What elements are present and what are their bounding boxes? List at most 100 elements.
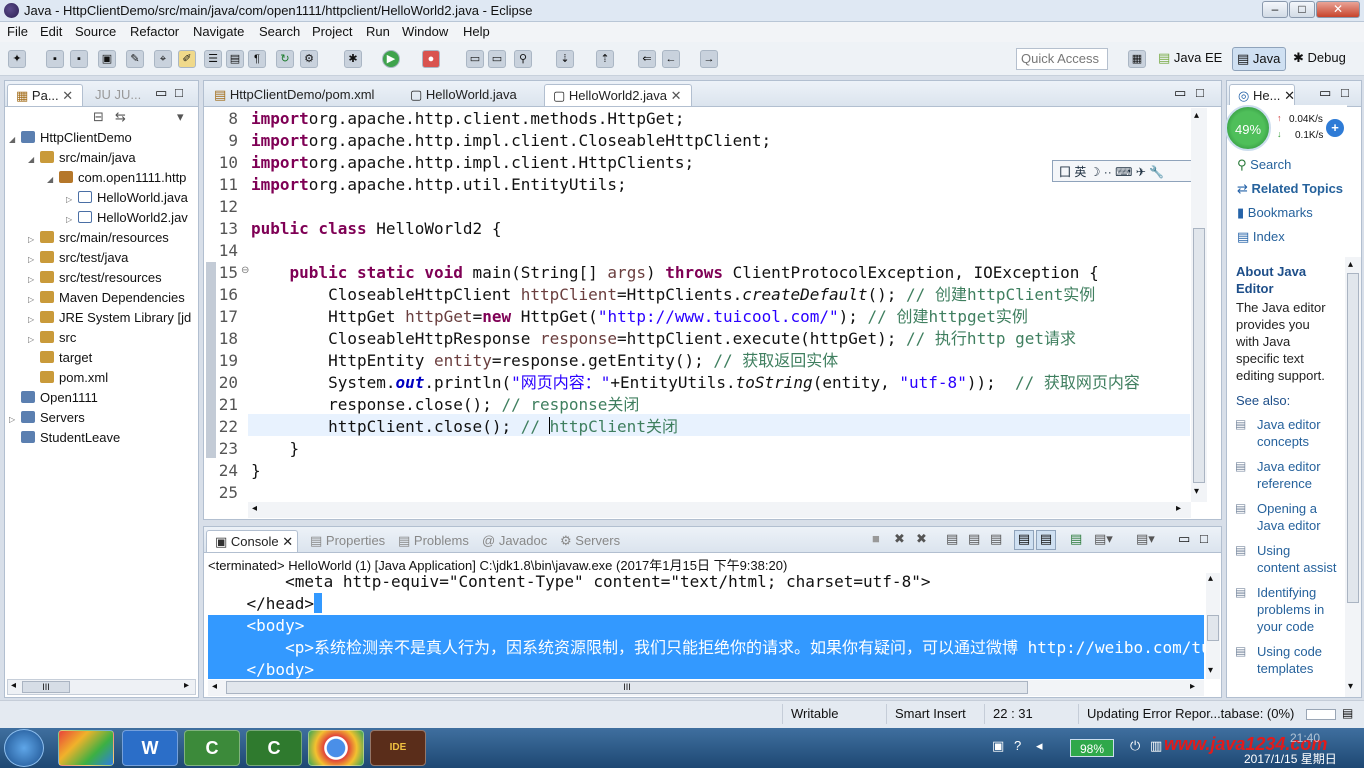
minimize-view-icon[interactable]: ▭ [155, 85, 167, 101]
open-perspective-icon[interactable]: ▦ [1128, 50, 1146, 68]
menu-run[interactable]: Run [366, 24, 390, 39]
scroll-left-icon[interactable]: ◂ [252, 503, 257, 514]
word-wrap-icon[interactable]: ▤ [990, 531, 1002, 547]
taskbar-camtasia-icon[interactable]: C [184, 730, 240, 766]
editor-vscrollbar[interactable]: ▴ ▾ [1191, 108, 1207, 502]
prev-annotation-icon[interactable]: ⇡ [596, 50, 614, 68]
code-line[interactable] [251, 240, 1189, 262]
menu-source[interactable]: Source [75, 24, 116, 39]
scroll-thumb[interactable]: III [22, 681, 70, 693]
scroll-up-icon[interactable]: ▴ [1348, 259, 1353, 270]
scroll-down-icon[interactable]: ▾ [1348, 681, 1353, 692]
minimize-view-icon[interactable]: ▭ [1319, 85, 1331, 101]
tree-expander-icon[interactable]: ▷ [28, 270, 40, 290]
code-line[interactable]: public class HelloWorld2 { [251, 218, 1189, 240]
block-select-icon[interactable]: ▤ [226, 50, 244, 68]
console-output[interactable]: <meta http-equiv="Content-Type" content=… [208, 571, 1204, 679]
code-line[interactable]: importorg.apache.http.impl.client.HttpCl… [251, 152, 1189, 174]
code-line[interactable] [251, 196, 1189, 218]
help-topic-link[interactable]: ▤ Identifying problems in your code [1235, 585, 1324, 636]
maximize-view-icon[interactable]: □ [1200, 531, 1208, 546]
code-line[interactable]: HttpGet httpGet=new HttpGet("http://www.… [251, 306, 1189, 328]
code-line[interactable]: response.close(); // response关闭 [251, 394, 1189, 416]
menu-search[interactable]: Search [259, 24, 300, 39]
tray-volume-icon[interactable]: ◂ [1036, 738, 1043, 754]
forward-icon[interactable]: → [700, 50, 718, 68]
close-icon[interactable]: ✕ [62, 88, 73, 103]
next-annotation-icon[interactable]: ⇣ [556, 50, 574, 68]
code-line[interactable]: importorg.apache.http.util.EntityUtils; [251, 174, 1189, 196]
build-icon[interactable]: ⚙ [300, 50, 318, 68]
code-line[interactable]: HttpEntity entity=response.getEntity(); … [251, 350, 1189, 372]
console-vscrollbar[interactable]: ▴ ▾ [1206, 573, 1220, 679]
maximize-editor-icon[interactable]: □ [1196, 85, 1204, 100]
tab-junit[interactable]: JU JU... [87, 84, 149, 106]
last-edit-icon[interactable]: ⇐ [638, 50, 656, 68]
minimize-editor-icon[interactable]: ▭ [1174, 85, 1186, 101]
search-tool-icon[interactable]: ⚲ [514, 50, 532, 68]
menu-help[interactable]: Help [463, 24, 490, 39]
tree-item[interactable]: ▷ target [5, 348, 198, 368]
tray-help-icon[interactable]: ? [1014, 738, 1021, 753]
maximize-view-icon[interactable]: □ [1341, 85, 1349, 100]
fold-collapse-icon[interactable]: ⊖ [241, 265, 249, 276]
tab-servers[interactable]: ⚙ Servers [552, 530, 628, 552]
tray-icon-1[interactable]: ▣ [992, 738, 1004, 754]
menu-file[interactable]: File [7, 24, 28, 39]
tab-pom-xml[interactable]: ▤ HttpClientDemo/pom.xml [206, 84, 382, 106]
code-line[interactable]: } [251, 438, 1189, 460]
code-line[interactable]: CloseableHttpClient httpClient=HttpClien… [251, 284, 1189, 306]
tree-item[interactable]: ▷ src [5, 328, 198, 348]
run-icon[interactable]: ▶ [382, 50, 400, 68]
maximize-button[interactable]: □ [1289, 1, 1315, 18]
taskbar-chrome-icon[interactable] [308, 730, 364, 766]
tree-item[interactable]: ▷ src/test/resources [5, 268, 198, 288]
tree-item[interactable]: ▷ JRE System Library [jd [5, 308, 198, 328]
print-icon[interactable]: ▣ [98, 50, 116, 68]
scroll-thumb[interactable]: III [226, 681, 1028, 694]
tab-package-explorer[interactable]: ▦ Pa... ✕ [7, 84, 83, 106]
tree-item[interactable]: ◢ HttpClientDemo [5, 128, 198, 148]
collapse-all-icon[interactable]: ⊟ [93, 109, 104, 125]
code-area[interactable]: importorg.apache.http.client.methods.Htt… [251, 108, 1189, 500]
tree-item[interactable]: ◢ com.open1111.http [5, 168, 198, 188]
quick-access-input[interactable]: Quick Access [1016, 48, 1108, 70]
scroll-down-icon[interactable]: ▾ [1208, 665, 1213, 676]
tree-item[interactable]: ▷ HelloWorld2.jav [5, 208, 198, 228]
tab-problems[interactable]: ▤ Problems [390, 530, 477, 552]
tray-power-icon[interactable]: ⏻ [1130, 738, 1140, 754]
tree-expander-icon[interactable]: ◢ [28, 150, 40, 170]
related-topics-link[interactable]: ⇄ Related Topics [1237, 181, 1343, 197]
menu-window[interactable]: Window [402, 24, 448, 39]
bookmarks-link[interactable]: ▮ Bookmarks [1237, 205, 1313, 221]
tree-expander-icon[interactable]: ▷ [28, 310, 40, 330]
code-line[interactable]: } [251, 460, 1189, 482]
show-on-stdout-icon[interactable]: ▤ [1014, 530, 1034, 550]
save-all-icon[interactable]: ▪ [70, 50, 88, 68]
scroll-thumb[interactable] [1207, 615, 1219, 641]
close-icon[interactable]: ✕ [671, 88, 682, 103]
scroll-right-icon[interactable]: ▸ [184, 680, 189, 691]
help-topic-link[interactable]: ▤ Java editor concepts [1235, 417, 1321, 451]
tab-helloworld2[interactable]: ▢ HelloWorld2.java ✕ [544, 84, 692, 106]
taskbar-eclipse-icon[interactable]: IDE [370, 730, 426, 766]
tree-expander-icon[interactable]: ▷ [66, 210, 78, 230]
minimize-view-icon[interactable]: ▭ [1178, 531, 1190, 547]
editor-hscrollbar[interactable]: ◂ ▸ [248, 502, 1191, 518]
save-icon[interactable]: ▪ [46, 50, 64, 68]
taskbar-camtasia2-icon[interactable]: C [246, 730, 302, 766]
tree-expander-icon[interactable]: ▷ [28, 230, 40, 250]
close-icon[interactable]: ✕ [282, 534, 293, 549]
taskbar-word-icon[interactable]: W [122, 730, 178, 766]
scroll-up-icon[interactable]: ▴ [1194, 110, 1199, 121]
help-search-link[interactable]: ⚲ Search [1237, 157, 1291, 173]
start-button-icon[interactable] [4, 729, 44, 767]
scroll-right-icon[interactable]: ▸ [1190, 681, 1195, 692]
tab-console[interactable]: ▣ Console ✕ [206, 530, 298, 552]
tree-item[interactable]: ▷ Open1111 [5, 388, 198, 408]
menu-edit[interactable]: Edit [40, 24, 62, 39]
taskbar-app-icon[interactable] [58, 730, 114, 766]
clear-console-icon[interactable]: ▤ [946, 531, 958, 547]
view-menu-icon[interactable]: ▾ [177, 109, 184, 125]
scroll-lock-icon[interactable]: ▤ [968, 531, 980, 547]
